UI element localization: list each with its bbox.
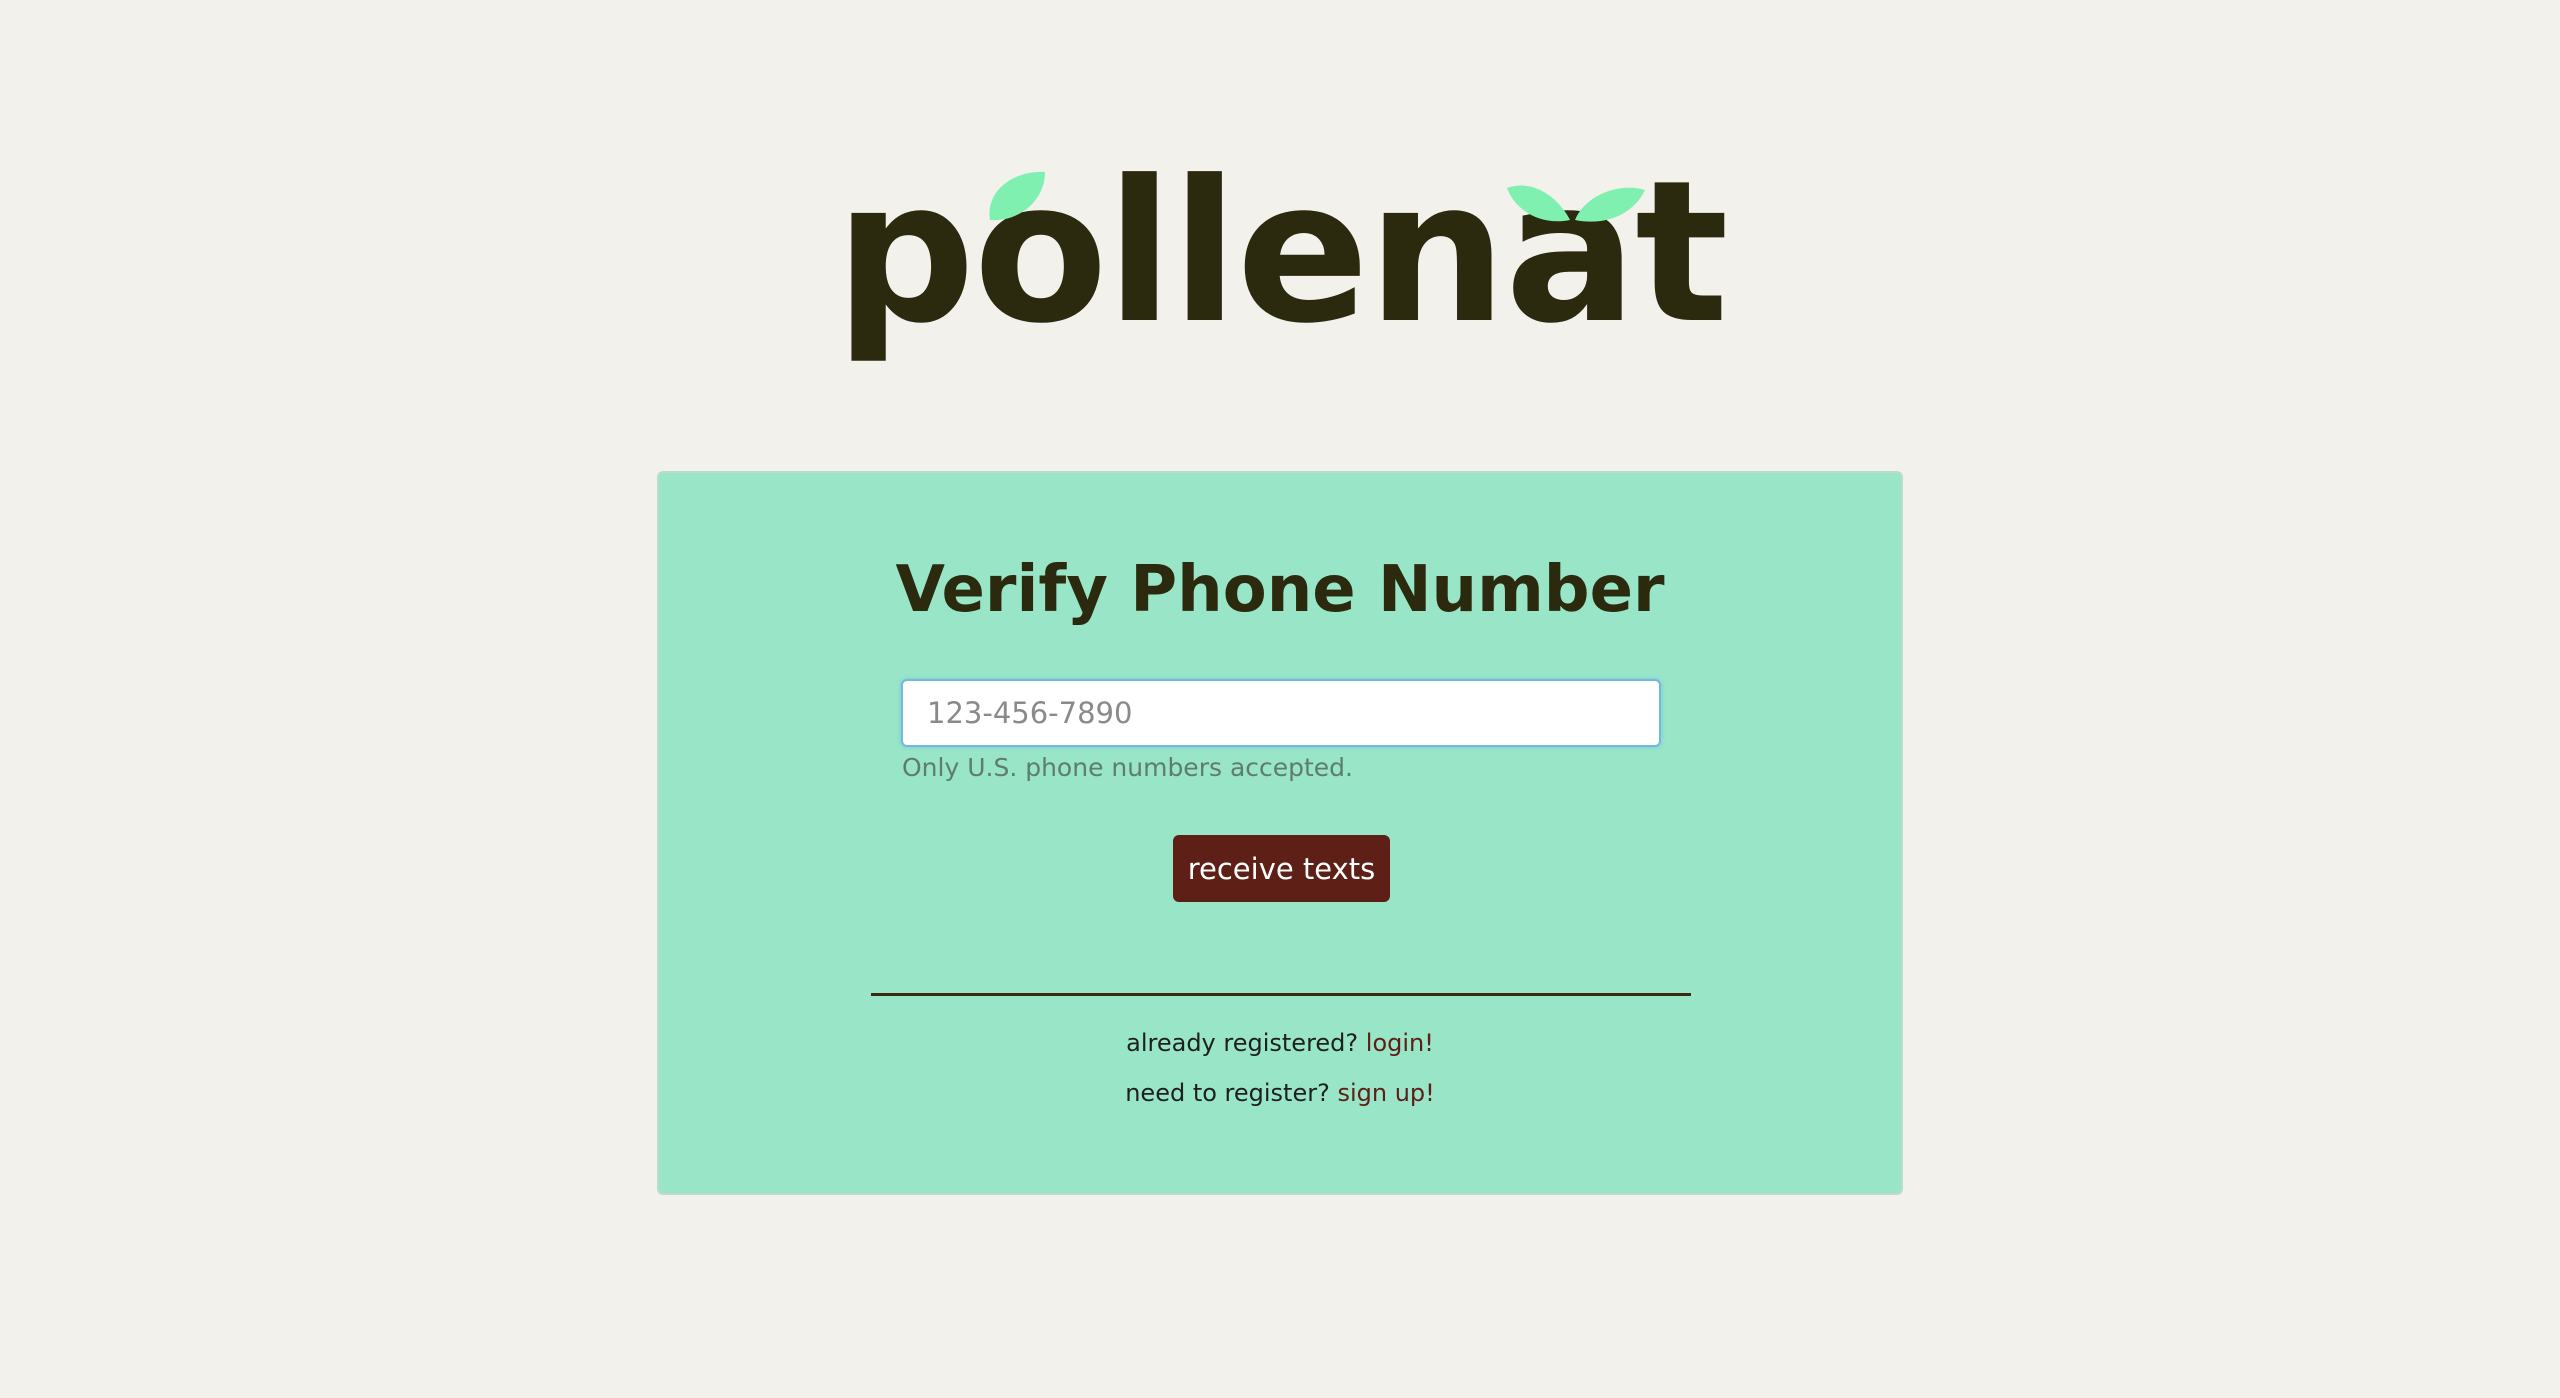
- phone-number-input[interactable]: [901, 679, 1661, 747]
- login-link[interactable]: login!: [1366, 1029, 1434, 1057]
- divider: [871, 993, 1691, 996]
- signup-prompt-text: need to register?: [1125, 1079, 1338, 1107]
- login-prompt-line: already registered? login!: [659, 1029, 1901, 1057]
- page: pollenate Verify Phone Number Only U.S. …: [0, 0, 2560, 1398]
- login-prompt-text: already registered?: [1126, 1029, 1366, 1057]
- card-title: Verify Phone Number: [895, 553, 1665, 627]
- verify-phone-card: Verify Phone Number Only U.S. phone numb…: [657, 471, 1903, 1195]
- logo-graphic: pollenate: [835, 160, 1725, 367]
- phone-help-text: Only U.S. phone numbers accepted.: [902, 753, 1354, 782]
- logo-wordmark: pollenate: [835, 160, 1725, 367]
- receive-texts-button[interactable]: receive texts: [1173, 835, 1390, 902]
- signup-link[interactable]: sign up!: [1337, 1079, 1434, 1107]
- signup-prompt-line: need to register? sign up!: [659, 1079, 1901, 1107]
- pollenate-logo[interactable]: pollenate: [835, 160, 1725, 380]
